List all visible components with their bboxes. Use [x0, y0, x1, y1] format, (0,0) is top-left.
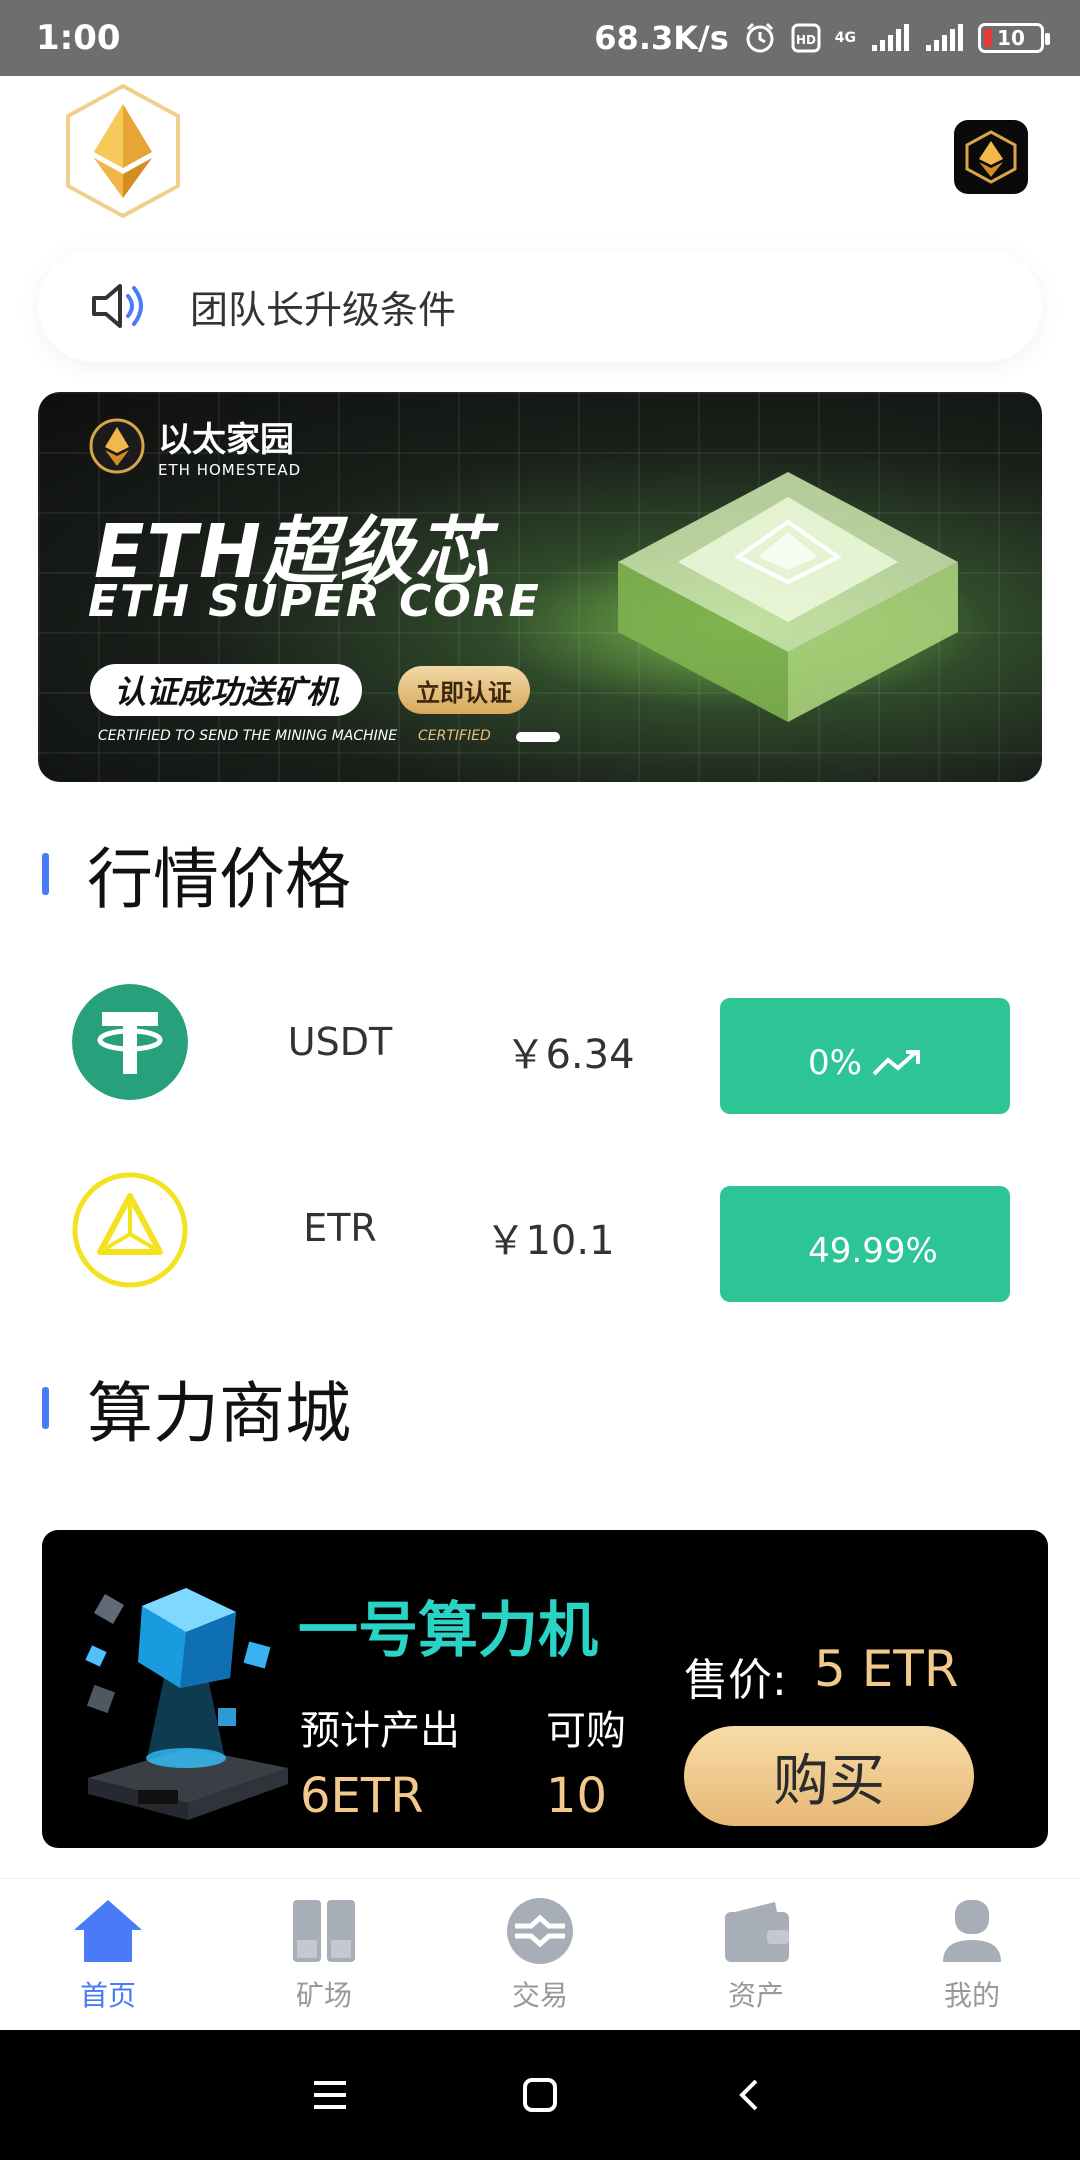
status-bar: 1:00 68.3K/s HD 4G 10	[0, 0, 1080, 76]
shop-title: 算力商城	[87, 1375, 351, 1452]
eth-logo	[66, 83, 180, 219]
home-icon	[74, 1899, 142, 1962]
section-accent-bar	[42, 853, 49, 895]
home-square-icon[interactable]	[520, 2075, 560, 2115]
change-value: 0%	[808, 1043, 862, 1083]
promo-banner[interactable]: 以太家园 ETH HOMESTEAD ETH超级芯 ETH SUPER CORE…	[38, 392, 1042, 782]
coin-price: ￥10.1	[485, 1218, 615, 1264]
tab-mine[interactable]: 矿场	[216, 1879, 432, 2030]
change-badge[interactable]: 0%	[720, 998, 1010, 1114]
back-icon[interactable]	[730, 2075, 770, 2115]
wallet-icon	[725, 1901, 789, 1962]
mine-icon	[293, 1899, 355, 1962]
tether-icon	[72, 984, 188, 1100]
market-title: 行情价格	[87, 841, 351, 918]
price-value: 5 ETR	[814, 1640, 959, 1698]
status-indicators: 68.3K/s HD 4G 10	[594, 19, 1050, 57]
change-value: 49.99%	[808, 1231, 938, 1271]
app-header	[0, 76, 1080, 246]
market-row-usdt[interactable]: USDT ￥6.34 0%	[0, 984, 1080, 1114]
network-speed: 68.3K/s	[594, 19, 729, 57]
tab-profile[interactable]: 我的	[864, 1879, 1080, 2030]
banner-brand-name: 以太家园	[158, 420, 294, 460]
banner-brand: 以太家园 ETH HOMESTEAD	[88, 412, 301, 479]
tab-assets[interactable]: 资产	[648, 1879, 864, 2030]
tab-home[interactable]: 首页	[0, 1879, 216, 2030]
network-type: 4G	[834, 30, 856, 46]
available-value: 10	[546, 1768, 608, 1824]
coin-name: ETR	[303, 1206, 377, 1250]
price-label: 售价:	[684, 1655, 787, 1706]
tab-label: 我的	[943, 1978, 1000, 2012]
tab-label: 首页	[79, 1978, 136, 2012]
hd-icon: HD	[791, 23, 821, 53]
trending-up-icon	[872, 1050, 920, 1076]
signal-icon-1	[872, 24, 909, 51]
tab-label: 交易	[511, 1978, 568, 2012]
banner-subtitle: ETH SUPER CORE	[88, 576, 541, 627]
banner-pill: 认证成功送矿机	[90, 664, 363, 716]
product-name: 一号算力机	[298, 1596, 598, 1666]
coin-name: USDT	[287, 1020, 393, 1064]
certify-button[interactable]: 立即认证	[398, 666, 530, 714]
status-time: 1:00	[36, 18, 121, 58]
eth-badge-icon	[965, 130, 1017, 184]
speaker-icon	[92, 284, 143, 328]
tab-label: 矿场	[295, 1978, 352, 2012]
profile-icon	[943, 1899, 1001, 1962]
alarm-icon	[746, 22, 774, 53]
bottom-tab-bar: 首页 矿场 交易 资产 我的	[0, 1878, 1080, 2030]
coin-price: ￥6.34	[505, 1032, 635, 1078]
tab-label: 资产	[727, 1978, 784, 2012]
tab-trade[interactable]: 交易	[432, 1879, 648, 2030]
system-nav-bar	[0, 2030, 1080, 2160]
market-section-title: 行情价格	[42, 826, 351, 922]
signal-icon-2	[926, 24, 963, 51]
buy-button[interactable]: 购买	[684, 1726, 974, 1826]
svg-text:HD: HD	[796, 33, 816, 47]
banner-caption: CERTIFIED TO SEND THE MINING MACHINE	[98, 728, 398, 744]
notice-bar[interactable]: 团队长升级条件	[38, 250, 1042, 362]
market-row-etr[interactable]: ETR ￥10.1 49.99%	[0, 1172, 1080, 1302]
notice-text: 团队长升级条件	[190, 287, 457, 332]
product-card[interactable]: 一号算力机 预计产出 6ETR 可购 10 售价: 5 ETR 购买	[42, 1530, 1048, 1848]
banner-caption-tag: CERTIFIED	[418, 728, 491, 744]
output-value: 6ETR	[300, 1768, 424, 1824]
shop-section-title: 算力商城	[42, 1360, 351, 1456]
section-accent-bar	[42, 1387, 49, 1429]
available-label: 可购	[546, 1708, 626, 1754]
etr-triangle-icon	[72, 1172, 188, 1288]
trade-icon	[507, 1897, 573, 1964]
banner-brand-english: ETH HOMESTEAD	[158, 461, 302, 479]
header-avatar-button[interactable]	[954, 120, 1028, 194]
banner-eth-logo	[89, 418, 145, 473]
battery-icon: 10	[978, 23, 1050, 53]
menu-icon[interactable]	[310, 2077, 350, 2113]
chip-illustration	[618, 472, 958, 722]
output-label: 预计产出	[300, 1708, 460, 1754]
change-badge[interactable]: 49.99%	[720, 1186, 1010, 1302]
mining-machine-illustration	[85, 1588, 288, 1820]
carousel-indicator[interactable]	[516, 732, 560, 742]
